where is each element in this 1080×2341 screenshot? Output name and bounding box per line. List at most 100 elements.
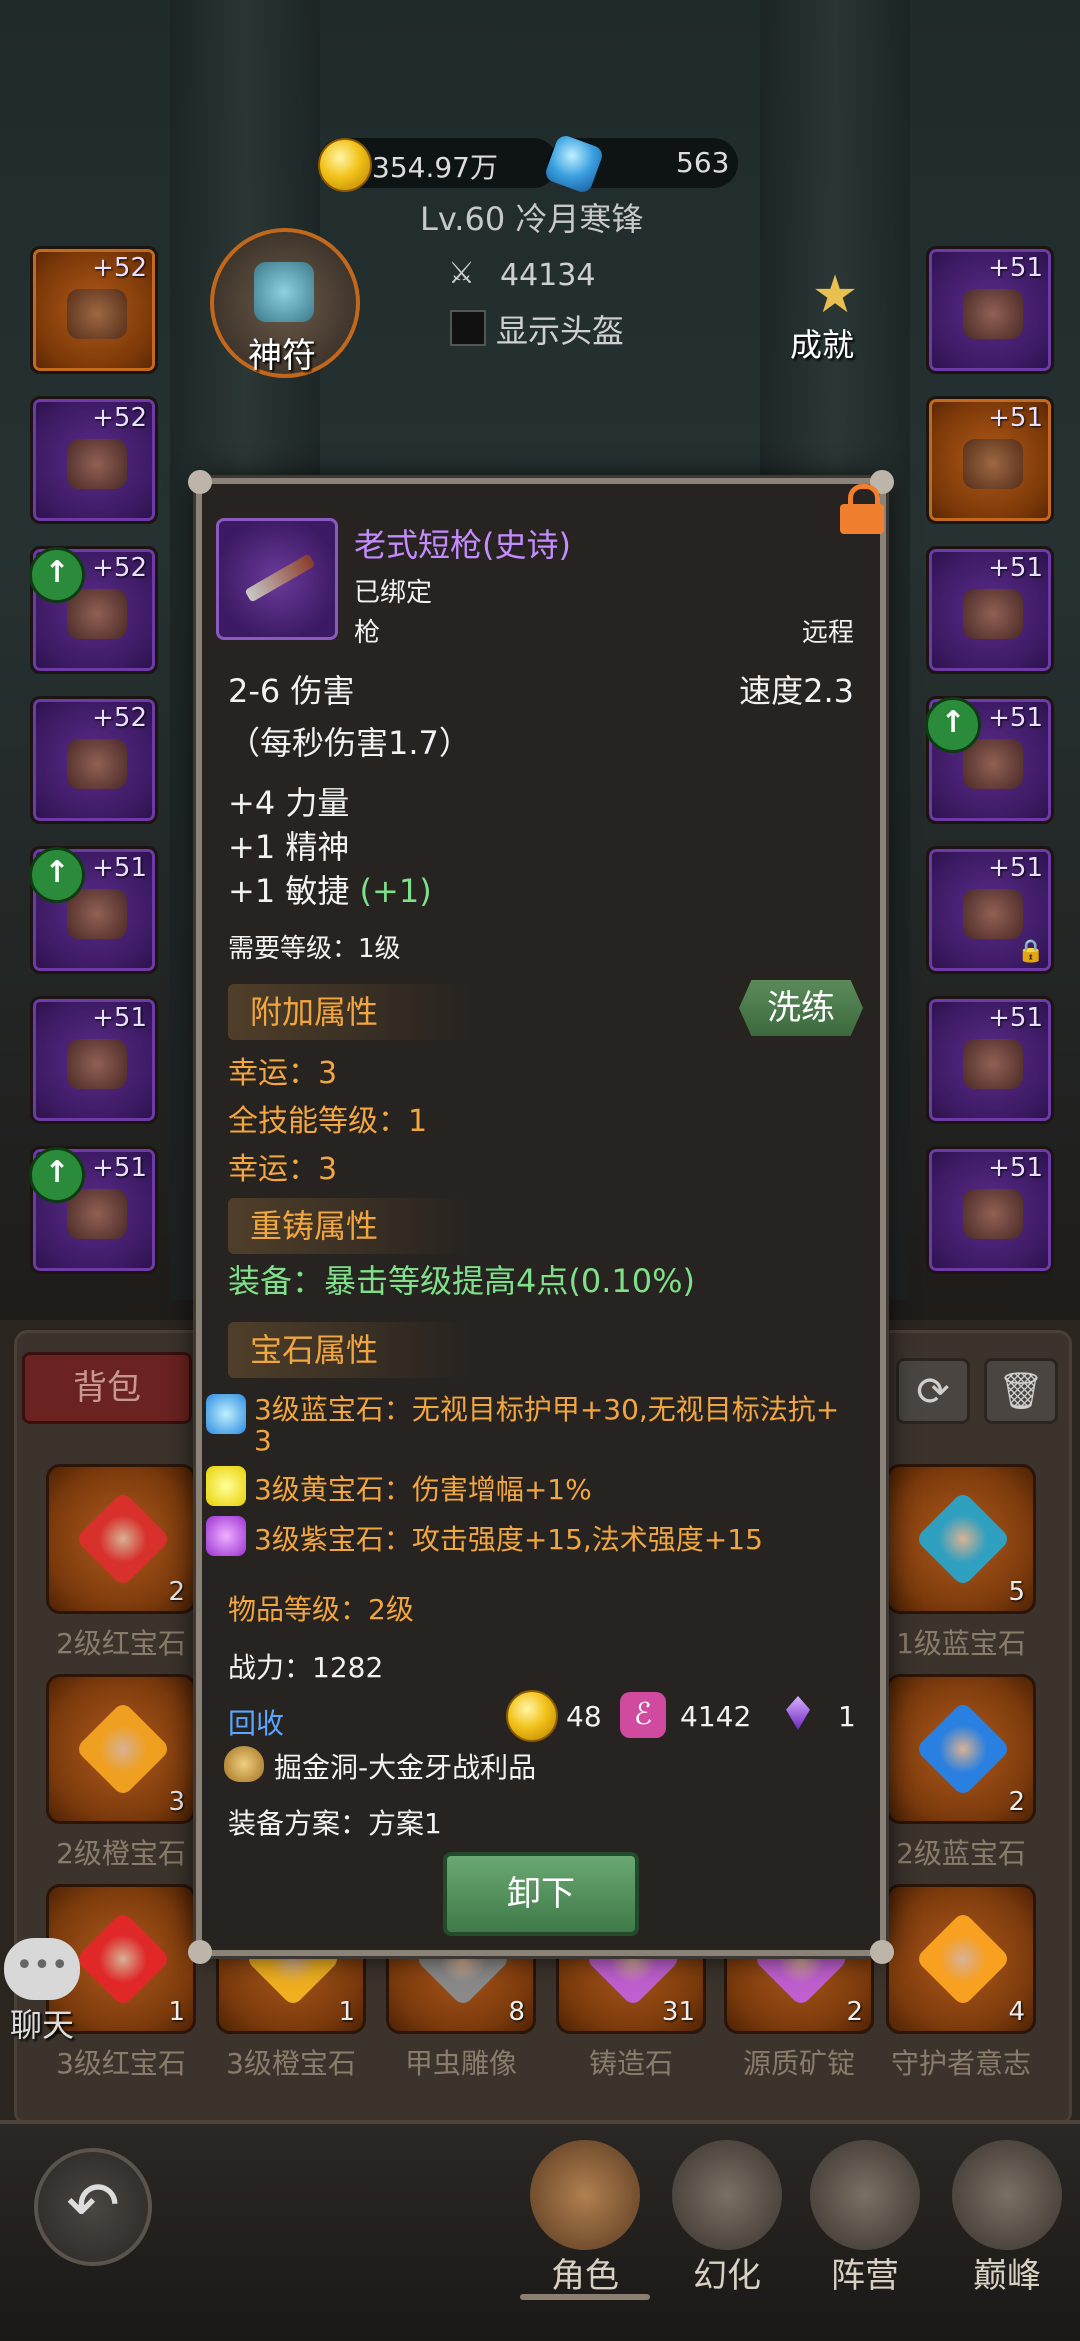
left-equip-slot[interactable]: +51 ↑ — [29, 846, 158, 974]
equipment-item-icon — [67, 1039, 127, 1089]
refine-button[interactable]: 洗练 — [739, 980, 863, 1036]
inventory-slot[interactable]: 2 — [46, 1464, 196, 1614]
equipment-item-icon — [963, 589, 1023, 639]
inventory-slot[interactable]: 3 — [46, 1674, 196, 1824]
unequip-button[interactable]: 卸下 — [443, 1852, 639, 1936]
show-helmet-checkbox[interactable] — [450, 310, 486, 346]
item-level: 物品等级：2级 — [228, 1593, 414, 1626]
gold-amount: 354.97万 — [372, 151, 498, 184]
equipment-item-icon — [963, 1189, 1023, 1239]
recycle-link[interactable]: 回收 — [228, 1702, 284, 1742]
gem-yellow: 3级黄宝石：伤害增幅+1% — [254, 1473, 592, 1506]
stat-agility-bonus: (+1) — [359, 872, 432, 910]
chat-bubble-icon[interactable]: ••• — [4, 1938, 80, 2000]
chat-label[interactable]: 聊天 — [10, 2000, 74, 2046]
right-equip-slot[interactable]: +51 — [926, 396, 1054, 524]
corner-stud — [188, 1940, 212, 1964]
inventory-item-label: 守护者意志 — [890, 2047, 1031, 2080]
inventory-slot[interactable]: 4 — [886, 1884, 1036, 2034]
delete-button[interactable]: 🗑 — [984, 1358, 1058, 1424]
player-title: Lv.60 冷月寒锋 — [420, 200, 644, 238]
nav-peak[interactable]: 巅峰 — [942, 2136, 1072, 2300]
inventory-item-label: 2级橙宝石 — [56, 1837, 186, 1870]
inventory-slot[interactable]: 2 — [886, 1674, 1036, 1824]
trash-icon: 🗑 — [998, 1371, 1044, 1412]
enhance-level: +51 — [988, 703, 1043, 733]
purple-gem-icon — [206, 1516, 246, 1556]
inventory-item-label: 1级蓝宝石 — [896, 1627, 1026, 1660]
item-count: 8 — [508, 1997, 525, 2027]
rune-icon — [254, 262, 314, 322]
show-helmet-label: 显示头盔 — [496, 312, 625, 350]
right-equip-slot[interactable]: +51 — [926, 1146, 1054, 1274]
left-equip-slot[interactable]: +52 — [30, 696, 158, 824]
nav-transform[interactable]: 幻化 — [662, 2136, 792, 2300]
right-equip-slot[interactable]: +51 — [926, 996, 1054, 1124]
banner-icon — [810, 2140, 920, 2250]
enhance-level: +51 — [988, 553, 1043, 583]
right-equip-slot[interactable]: +51 — [926, 546, 1054, 674]
wolf-icon — [672, 2140, 782, 2250]
gem-icon — [74, 1910, 172, 2008]
rune-currency-icon: ℰ — [620, 1692, 666, 1738]
item-count: 1 — [168, 1997, 185, 2027]
item-count: 1 — [338, 1997, 355, 2027]
extra-attr-luck-2: 幸运：3 — [228, 1152, 338, 1187]
gem-attributes-header: 宝石属性 — [228, 1322, 470, 1378]
gem-blue-line2: 3 — [254, 1424, 272, 1457]
crossed-swords-icon: ⚔ — [448, 256, 475, 291]
left-equip-slot[interactable]: +51 — [30, 996, 158, 1124]
lock-icon[interactable] — [840, 484, 884, 534]
item-range: 远程 — [801, 618, 854, 648]
right-equip-slot[interactable]: +51 ↑ — [925, 696, 1054, 824]
inventory-item-label: 3级红宝石 — [56, 2047, 186, 2080]
left-equip-slot[interactable]: +51 ↑ — [29, 1146, 158, 1274]
enhance-level: +52 — [92, 403, 147, 433]
enhance-level: +51 — [988, 853, 1043, 883]
sort-button[interactable]: ⟳ — [896, 1358, 970, 1424]
enhance-level: +51 — [988, 1153, 1043, 1183]
item-bound: 已绑定 — [354, 578, 433, 608]
nav-camp[interactable]: 阵营 — [800, 2136, 930, 2300]
equipment-item-icon — [67, 889, 127, 939]
extra-attributes-header: 附加属性 — [228, 984, 470, 1040]
nav-camp-label: 阵营 — [831, 2256, 899, 2296]
power-value: 44134 — [500, 258, 596, 293]
gem-icon — [914, 1490, 1012, 1588]
gem-purple: 3级紫宝石：攻击强度+15,法术强度+15 — [254, 1523, 763, 1556]
gem-icon — [914, 1700, 1012, 1798]
item-source: 掘金洞-大金牙战利品 — [274, 1751, 537, 1784]
enhance-level: +52 — [92, 553, 147, 583]
item-count: 2 — [846, 1997, 863, 2027]
inventory-item-label: 铸造石 — [588, 2047, 673, 2080]
left-equip-slot[interactable]: +52 ↑ — [29, 546, 158, 674]
left-equip-slot[interactable]: +52 — [30, 246, 158, 374]
inventory-item-label: 源质矿锭 — [742, 2047, 855, 2080]
inventory-item-label: 3级橙宝石 — [226, 2047, 356, 2080]
right-equip-slot[interactable]: +51 — [926, 246, 1054, 374]
item-count: 31 — [661, 1997, 695, 2027]
item-count: 5 — [1008, 1577, 1025, 1607]
achievement-button[interactable]: ★ 成就 — [780, 262, 890, 372]
item-count: 3 — [168, 1787, 185, 1817]
nav-character[interactable]: 角色 — [520, 2136, 650, 2300]
refresh-icon: ⟳ — [916, 1369, 950, 1415]
stat-strength: +4 力量 — [228, 784, 350, 822]
gem-icon — [74, 1700, 172, 1798]
combat-power: 战力：1282 — [228, 1651, 384, 1684]
bag-tab[interactable]: 背包 — [22, 1352, 192, 1424]
equipment-item-icon — [963, 439, 1023, 489]
rune-button[interactable]: 神符 — [210, 228, 360, 378]
recast-attr-crit: 装备：暴击等级提高4点(0.10%) — [228, 1262, 695, 1300]
back-arrow-icon: ↶ — [66, 2169, 120, 2243]
helmet-icon — [530, 2140, 640, 2250]
left-equip-slot[interactable]: +52 — [30, 396, 158, 524]
right-equip-slot[interactable]: +51 🔒 — [926, 846, 1054, 974]
gem-blue-line1: 3级蓝宝石：无视目标护甲+30,无视目标法抗+ — [254, 1393, 840, 1426]
equipment-item-icon — [963, 289, 1023, 339]
item-icon — [216, 518, 338, 640]
nav-active-indicator — [520, 2294, 650, 2300]
back-button[interactable]: ↶ — [34, 2148, 152, 2266]
upgrade-arrow-icon: ↑ — [925, 697, 981, 753]
inventory-slot[interactable]: 5 — [886, 1464, 1036, 1614]
